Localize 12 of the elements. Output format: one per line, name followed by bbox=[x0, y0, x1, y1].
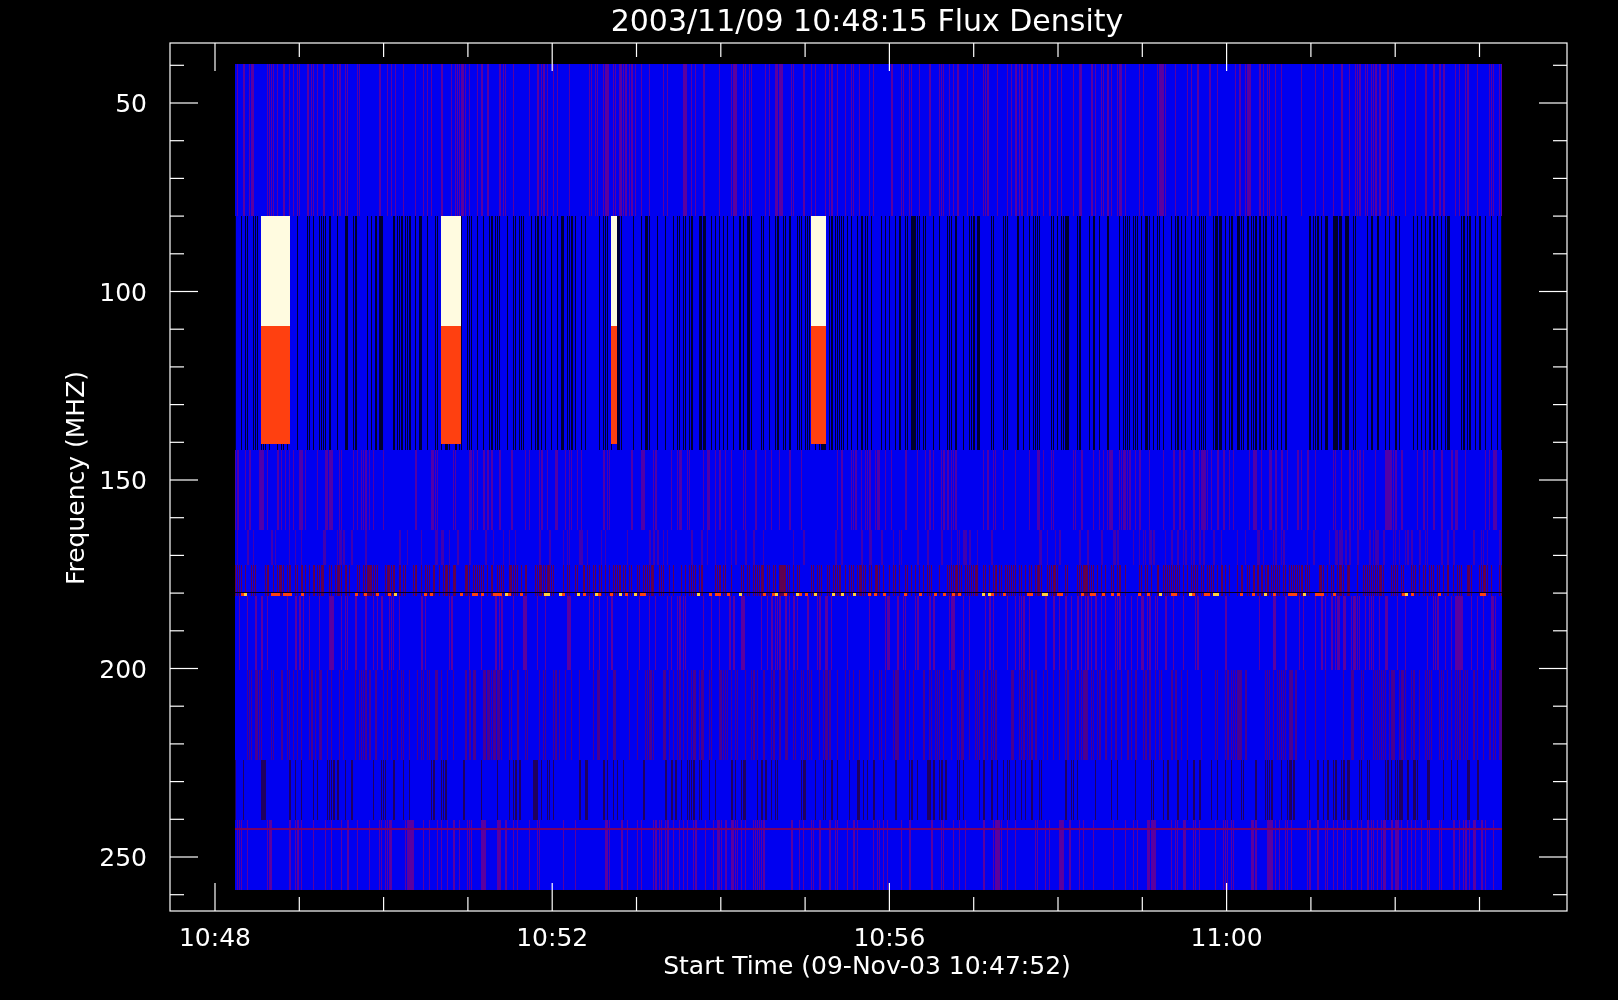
x-tick-label: 10:48 bbox=[179, 923, 251, 952]
y-tick-label: 200 bbox=[99, 654, 147, 684]
x-tick-label: 11:00 bbox=[1190, 923, 1263, 952]
y-tick-label: 150 bbox=[99, 466, 147, 495]
y-tick-label: 50 bbox=[115, 89, 147, 118]
x-axis-label: Start Time (09-Nov-03 10:47:52) bbox=[663, 951, 1071, 980]
chart-title: 2003/11/09 10:48:15 Flux Density bbox=[610, 3, 1124, 38]
y-axis-label: Frequency (MHZ) bbox=[61, 370, 90, 586]
y-tick-label: 100 bbox=[99, 277, 147, 307]
y-tick-label: 250 bbox=[99, 843, 147, 872]
x-tick-label: 10:56 bbox=[853, 923, 926, 952]
x-tick-label: 10:52 bbox=[516, 923, 589, 952]
